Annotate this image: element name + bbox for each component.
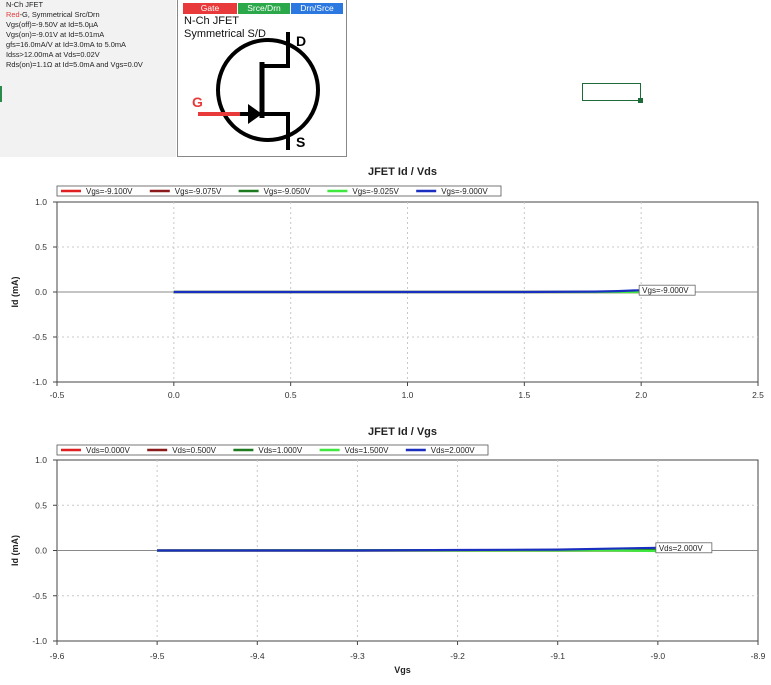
x-axis-label: Vgs — [394, 665, 411, 675]
legend-label: Vds=0.500V — [172, 446, 216, 455]
chart-title: JFET Id / Vgs — [368, 426, 437, 438]
x-tick-label: -8.9 — [751, 651, 766, 661]
spec-gfs: gfs=16.0mA/V at Id=3.0mA to 5.0mA — [6, 40, 126, 49]
y-tick-label: 1.0 — [35, 455, 47, 465]
x-tick-label: -9.6 — [50, 651, 65, 661]
legend-label: Vgs=-9.050V — [264, 187, 311, 196]
symbol-gate-letter: G — [192, 94, 203, 110]
curve-annotation: Vgs=-9.000V — [638, 284, 696, 296]
annotation-label: Vgs=-9.000V — [642, 286, 689, 295]
x-tick-label: 0.0 — [168, 390, 180, 400]
row-edge-marker — [0, 86, 2, 102]
x-tick-label: -9.5 — [150, 651, 165, 661]
x-tick-label: -9.4 — [250, 651, 265, 661]
legend-label: Vgs=-9.000V — [441, 187, 488, 196]
jfet-symbol-panel: Gate Srce/Drn Drn/Srce N-Ch JFET Symmetr… — [177, 0, 347, 157]
legend: Vgs=-9.100V Vgs=-9.075V Vgs=-9.050V Vgs=-9.… — [56, 185, 502, 197]
x-tick-label: 1.5 — [518, 390, 530, 400]
spec-vgs-on: Vgs(on)=-9.01V at Id=5.01mA — [6, 30, 105, 39]
symbol-circle — [216, 38, 320, 142]
symbol-source-lead — [262, 112, 290, 150]
legend: Vds=0.000V Vds=0.500V Vds=1.000V Vds=1.500V… — [56, 444, 489, 456]
spec-panel: N-Ch JFET Red-G, Symmetrical Src/Drn Vgs… — [0, 0, 176, 157]
legend-label: Vgs=-9.100V — [86, 187, 133, 196]
fill-handle[interactable] — [638, 98, 643, 103]
x-tick-label: 2.5 — [752, 390, 764, 400]
x-tick-label: 1.0 — [402, 390, 414, 400]
x-tick-label: -0.5 — [50, 390, 65, 400]
symbol-drain-lead — [262, 32, 290, 68]
y-tick-label: 0.0 — [35, 546, 47, 556]
spec-gate-note: Red-G, Symmetrical Src/Drn — [6, 10, 100, 19]
y-tick-label: -1.0 — [32, 636, 47, 646]
spec-red-word: Red — [6, 10, 20, 19]
spec-vgs-off: Vgs(off)=-9.50V at Id=5.0µA — [6, 20, 99, 29]
selected-cell[interactable] — [582, 83, 641, 101]
chart-id-vgs: JFET Id / Vgs -9.6 -9.5 -9.4 -9.3 -9.2 -9.1 -9.… — [10, 426, 766, 675]
y-tick-label: 0.0 — [35, 287, 47, 297]
legend-label: Vds=2.000V — [431, 446, 475, 455]
curve-annotation: Vds=2.000V — [655, 542, 713, 554]
legend-label: Vgs=-9.075V — [175, 187, 222, 196]
y-tick-label: 0.5 — [35, 242, 47, 252]
symbol-source-letter: S — [296, 134, 305, 150]
x-tick-label: -9.2 — [450, 651, 465, 661]
y-axis-label: Id (mA) — [10, 535, 20, 566]
y-tick-label: -0.5 — [32, 591, 47, 601]
y-tick-label: 1.0 — [35, 197, 47, 207]
chart-id-vds: JFET Id / Vds -0.5 0.0 0.5 1.0 1.5 2.0 2.5 1.0 0.… — [10, 166, 764, 400]
jfet-symbol-icon: G D S — [192, 32, 320, 150]
x-tick-label: -9.0 — [651, 651, 666, 661]
annotation-label: Vds=2.000V — [659, 544, 703, 553]
y-tick-label: -1.0 — [32, 377, 47, 387]
spec-idss: Idss>12.00mA at Vds=0.02V — [6, 50, 100, 59]
spec-gate-note-rest: -G, Symmetrical Src/Drn — [19, 10, 100, 19]
y-axis-label: Id (mA) — [10, 277, 20, 308]
y-tick-label: 0.5 — [35, 500, 47, 510]
x-tick-label: 2.0 — [635, 390, 647, 400]
chart-title: JFET Id / Vds — [368, 166, 437, 178]
x-tick-label: -9.1 — [550, 651, 565, 661]
x-tick-label: -9.3 — [350, 651, 365, 661]
x-tick-label: 0.5 — [285, 390, 297, 400]
legend-label: Vds=1.000V — [258, 446, 302, 455]
spec-rds-on: Rds(on)=1.1Ω at Id=5.0mA and Vgs=0.0V — [6, 60, 143, 69]
legend-label: Vgs=-9.025V — [352, 187, 399, 196]
legend-label: Vds=0.000V — [86, 446, 130, 455]
symbol-drain-letter: D — [296, 33, 306, 49]
y-tick-label: -0.5 — [32, 332, 47, 342]
legend-label: Vds=1.500V — [345, 446, 389, 455]
spec-title: N-Ch JFET — [6, 0, 43, 9]
